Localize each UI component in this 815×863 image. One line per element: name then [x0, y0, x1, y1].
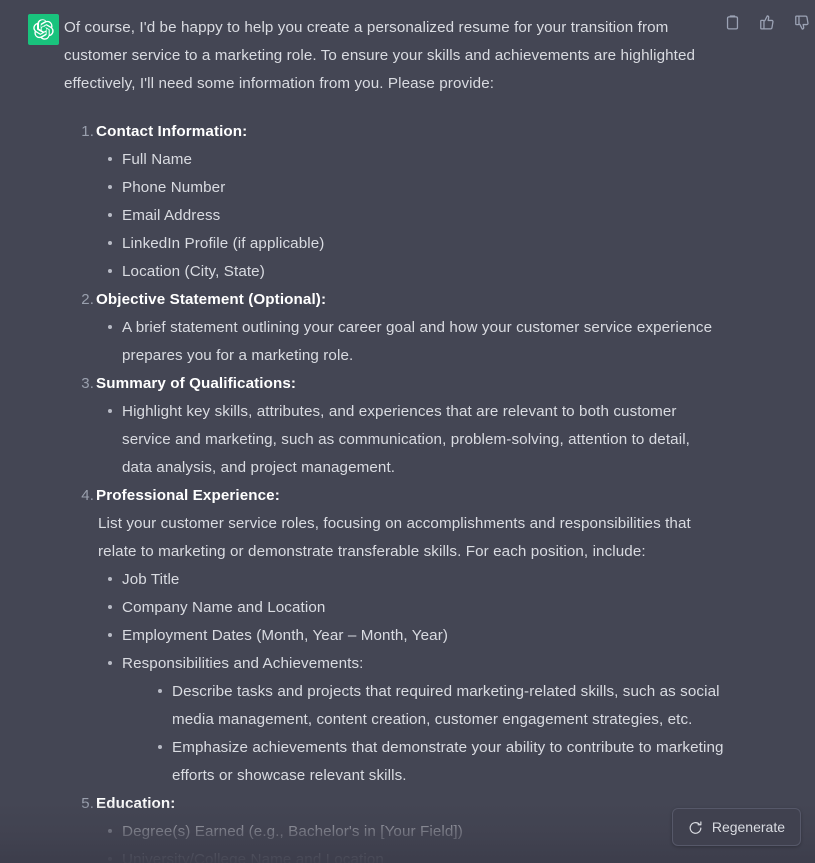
sub-list-item: Phone Number — [96, 174, 724, 202]
list-item: Contact Information: Full Name Phone Num… — [64, 118, 724, 286]
list-item-title: Objective Statement (Optional): — [96, 291, 327, 308]
sub-list-item: Employment Dates (Month, Year – Month, Y… — [96, 622, 724, 650]
sub-list: A brief statement outlining your career … — [96, 314, 724, 370]
sub-list-item: Job Title — [96, 566, 724, 594]
avatar — [28, 14, 59, 45]
assistant-message-row: Of course, I'd be happy to help you crea… — [0, 0, 815, 863]
sub-list: Full Name Phone Number Email Address Lin… — [96, 146, 724, 286]
list-item-title: Education: — [96, 795, 176, 812]
sub-list-item: Email Address — [96, 202, 724, 230]
sub-list-item: Degree(s) Earned (e.g., Bachelor's in [Y… — [96, 818, 724, 846]
list-item-body: List your customer service roles, focusi… — [98, 515, 691, 560]
sub-list-item: Location (City, State) — [96, 258, 724, 286]
regenerate-label: Regenerate — [711, 819, 785, 835]
regenerate-button[interactable]: Regenerate — [671, 808, 801, 846]
sub-list: Degree(s) Earned (e.g., Bachelor's in [Y… — [96, 818, 724, 863]
nested-sub-list: Describe tasks and projects that require… — [122, 678, 724, 790]
message-actions — [724, 14, 815, 31]
sub-list-item: LinkedIn Profile (if applicable) — [96, 230, 724, 258]
list-item-title: Summary of Qualifications: — [96, 375, 297, 392]
sub-list-item: University/College Name and Location — [96, 846, 724, 863]
sub-list-item: Responsibilities and Achievements: Descr… — [96, 650, 724, 790]
list-item: Education: Degree(s) Earned (e.g., Bache… — [64, 790, 724, 863]
nested-sub-list-item: Emphasize achievements that demonstrate … — [146, 734, 724, 790]
avatar-column — [0, 14, 64, 863]
thumbs-up-icon[interactable] — [759, 14, 776, 31]
message-content-column: Of course, I'd be happy to help you crea… — [64, 14, 815, 863]
list-item: Professional Experience: List your custo… — [64, 482, 724, 790]
message-prose: Of course, I'd be happy to help you crea… — [64, 14, 724, 863]
regenerate-container: Regenerate — [671, 808, 801, 846]
sub-list-item-label: Responsibilities and Achievements: — [122, 655, 364, 672]
list-item-title: Contact Information: — [96, 123, 248, 140]
sub-list-item: Highlight key skills, attributes, and ex… — [96, 398, 724, 482]
thumbs-down-icon[interactable] — [794, 14, 811, 31]
list-item: Summary of Qualifications: Highlight key… — [64, 370, 724, 482]
sub-list-item: Company Name and Location — [96, 594, 724, 622]
copy-icon[interactable] — [724, 14, 741, 31]
sub-list: Highlight key skills, attributes, and ex… — [96, 398, 724, 482]
refresh-icon — [688, 820, 703, 835]
nested-sub-list-item: Describe tasks and projects that require… — [146, 678, 724, 734]
requirements-list: Contact Information: Full Name Phone Num… — [64, 118, 724, 863]
list-item-title: Professional Experience: — [96, 487, 280, 504]
sub-list: Job Title Company Name and Location Empl… — [96, 566, 724, 790]
sub-list-item: Full Name — [96, 146, 724, 174]
list-item: Objective Statement (Optional): A brief … — [64, 286, 724, 370]
sub-list-item: A brief statement outlining your career … — [96, 314, 724, 370]
openai-logo-icon — [33, 19, 54, 40]
intro-paragraph: Of course, I'd be happy to help you crea… — [64, 19, 696, 92]
